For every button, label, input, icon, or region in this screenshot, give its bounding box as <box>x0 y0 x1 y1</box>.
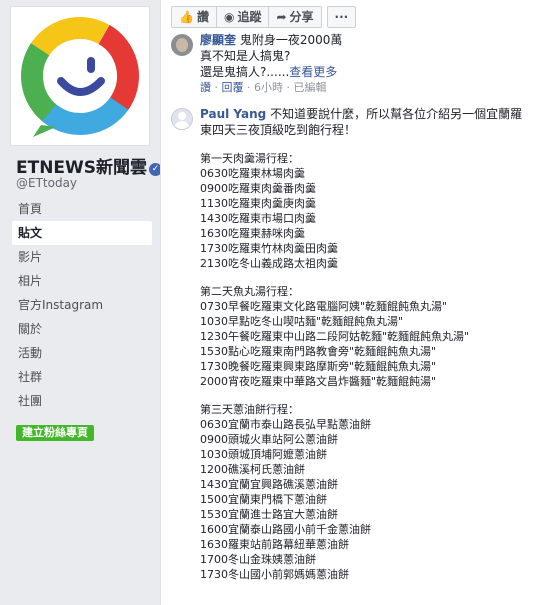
itinerary-item: 1530宜蘭進士路宜大蔥油餅 <box>200 508 338 521</box>
page-name-text: ETNEWS新聞雲 <box>16 158 148 178</box>
itinerary-item: 0630吃羅東林場肉羹 <box>200 167 305 180</box>
itinerary-item: 1630吃羅東赫咪肉羹 <box>200 227 305 240</box>
itinerary-item: 1730晚餐吃羅東興東路摩斯旁"乾麵餛飩魚丸湯" <box>200 360 437 373</box>
nav-item-instagram[interactable]: 官方Instagram <box>12 293 152 317</box>
itinerary-item: 0730早餐吃羅東文化路電腦阿姨"乾麵餛飩魚丸湯" <box>200 300 448 313</box>
itinerary-item: 1230午餐吃羅東中山路二段阿姑乾麵"乾麵餛飩魚丸湯" <box>200 330 470 343</box>
itinerary-gap <box>200 271 540 284</box>
comment-like-link[interactable]: 讚 <box>200 81 211 94</box>
follow-button[interactable]: ◉ 追蹤 <box>215 6 270 28</box>
itinerary-item: 1130吃羅東肉羹庚肉羹 <box>200 197 316 210</box>
nav-item-community[interactable]: 社群 <box>12 365 152 389</box>
like-label: 讚 <box>196 10 209 24</box>
see-more-link[interactable]: 查看更多 <box>289 65 337 79</box>
comment-edited-label[interactable]: 已編輯 <box>294 81 327 94</box>
itinerary-day-title: 第一天肉羹湯行程： <box>200 152 299 165</box>
share-button[interactable]: ➦ 分享 <box>268 6 322 28</box>
comment-body: 廖顯奎 鬼附身一夜2000萬 真不知是人搞鬼? 還是鬼搞人?......查看更多… <box>200 32 540 96</box>
itinerary-day-title: 第三天蔥油餅行程： <box>200 403 299 416</box>
itinerary-item: 0630宜蘭市泰山路長弘早點蔥油餅 <box>200 418 371 431</box>
like-page-button[interactable]: 👍 讚 <box>171 6 217 28</box>
page-sidebar: ETNEWS新聞雲 ✓ @ETtoday 首頁 貼文 影片 相片 官方Instag… <box>0 0 163 605</box>
create-page-button[interactable]: 建立粉絲專頁 <box>16 425 94 441</box>
itinerary-item: 0900頭城火車站阿公蔥油餅 <box>200 433 338 446</box>
page-title: ETNEWS新聞雲 ✓ <box>16 153 163 178</box>
nav-item-groups[interactable]: 社團 <box>12 389 152 413</box>
comment-meta: 讚 · 回覆 · 6小時 · 已編輯 <box>200 81 327 94</box>
avatar[interactable] <box>171 108 193 130</box>
itinerary-item: 1500宜蘭東門橋下蔥油餅 <box>200 493 327 506</box>
more-options-button[interactable]: ··· <box>326 6 357 28</box>
page-handle: @ETtoday <box>16 176 78 190</box>
itinerary-item: 1200礁溪柯氏蔥油餅 <box>200 463 305 476</box>
nav-item-events[interactable]: 活動 <box>12 341 152 365</box>
itinerary-item: 1600宜蘭泰山路國小前千金蔥油餅 <box>200 523 371 536</box>
itinerary-item: 0900吃羅東肉羹番肉羹 <box>200 182 316 195</box>
comment-text: 廖顯奎 鬼附身一夜2000萬 <box>200 32 540 48</box>
avatar[interactable] <box>171 34 193 56</box>
comment-timestamp[interactable]: 6小時 <box>254 81 283 94</box>
main-feed: 👍 讚 ◉ 追蹤 ➦ 分享 ··· 廖顯奎 鬼附身一夜2000萬 真不知是人搞鬼? 還… <box>160 0 551 605</box>
itinerary-item: 1700冬山金珠姨蔥油餅 <box>200 553 316 566</box>
comment-line: 真不知是人搞鬼? <box>200 49 291 63</box>
comment-body: Paul Yang 不知道要說什麼，所以幫各位介紹另一個宜蘭羅 東四天三夜頂級吃… <box>200 106 540 582</box>
itinerary-item: 1730冬山國小前郭媽媽蔥油餅 <box>200 568 349 581</box>
nav-item-about[interactable]: 關於 <box>12 317 152 341</box>
etnews-logo-icon <box>21 17 139 137</box>
page-action-bar: 👍 讚 ◉ 追蹤 ➦ 分享 ··· <box>171 6 357 28</box>
itinerary: 第一天肉羹湯行程： 0630吃羅東林場肉羹 0900吃羅東肉羹番肉羹 1130吃羅東肉… <box>200 151 540 582</box>
comment-reply-link[interactable]: 回覆 <box>222 81 244 94</box>
comment-intro: Paul Yang 不知道要說什麼，所以幫各位介紹另一個宜蘭羅 <box>200 106 540 122</box>
nav-item-home[interactable]: 首頁 <box>12 197 152 221</box>
page-logo[interactable] <box>10 6 150 146</box>
comment-author[interactable]: 廖顯奎 <box>200 33 236 47</box>
comment-line: 鬼附身一夜2000萬 <box>239 33 343 47</box>
comment-intro-text: 不知道要說什麼，所以幫各位介紹另一個宜蘭羅 <box>270 107 523 121</box>
comment-intro-cont: 東四天三夜頂級吃到飽行程！ <box>200 123 357 137</box>
comment-line-see-more: 還是鬼搞人?......查看更多 <box>200 64 540 80</box>
share-arrow-icon: ➦ <box>276 10 287 24</box>
nav-item-posts[interactable]: 貼文 <box>12 221 152 245</box>
itinerary-item: 1430吃羅東市場口肉羹 <box>200 212 316 225</box>
itinerary-item: 2000宵夜吃羅東中華路文昌炸醬麵"乾麵餛飩湯" <box>200 375 437 388</box>
itinerary-gap <box>200 389 540 402</box>
itinerary-item: 1530點心吃羅東南門路教會旁"乾麵餛飩魚丸湯" <box>200 345 437 358</box>
itinerary-item: 1730吃羅東竹林肉羹田肉羹 <box>200 242 338 255</box>
thumbs-up-icon: 👍 <box>179 10 194 24</box>
itinerary-item: 1030早點吃冬山喫咕麵"乾麵餛飩魚丸湯" <box>200 315 404 328</box>
nav-item-photos[interactable]: 相片 <box>12 269 152 293</box>
nav-item-videos[interactable]: 影片 <box>12 245 152 269</box>
follow-label: 追蹤 <box>237 10 262 24</box>
share-label: 分享 <box>289 10 314 24</box>
comment-line: 還是鬼搞人?...... <box>200 65 290 79</box>
itinerary-item: 2130吃冬山義成路太祖肉羹 <box>200 257 338 270</box>
page-nav: 首頁 貼文 影片 相片 官方Instagram 關於 活動 社群 社團 <box>12 197 152 413</box>
itinerary-item: 1030頭城頂埔阿嬤蔥油餅 <box>200 448 327 461</box>
itinerary-day-title: 第二天魚丸湯行程： <box>200 285 299 298</box>
comment-author[interactable]: Paul Yang <box>200 107 266 121</box>
itinerary-item: 1430宜蘭宜興路礁溪蔥油餅 <box>200 478 338 491</box>
itinerary-item: 1630羅東站前路幕紐華蔥油餅 <box>200 538 349 551</box>
rss-icon: ◉ <box>223 10 235 24</box>
